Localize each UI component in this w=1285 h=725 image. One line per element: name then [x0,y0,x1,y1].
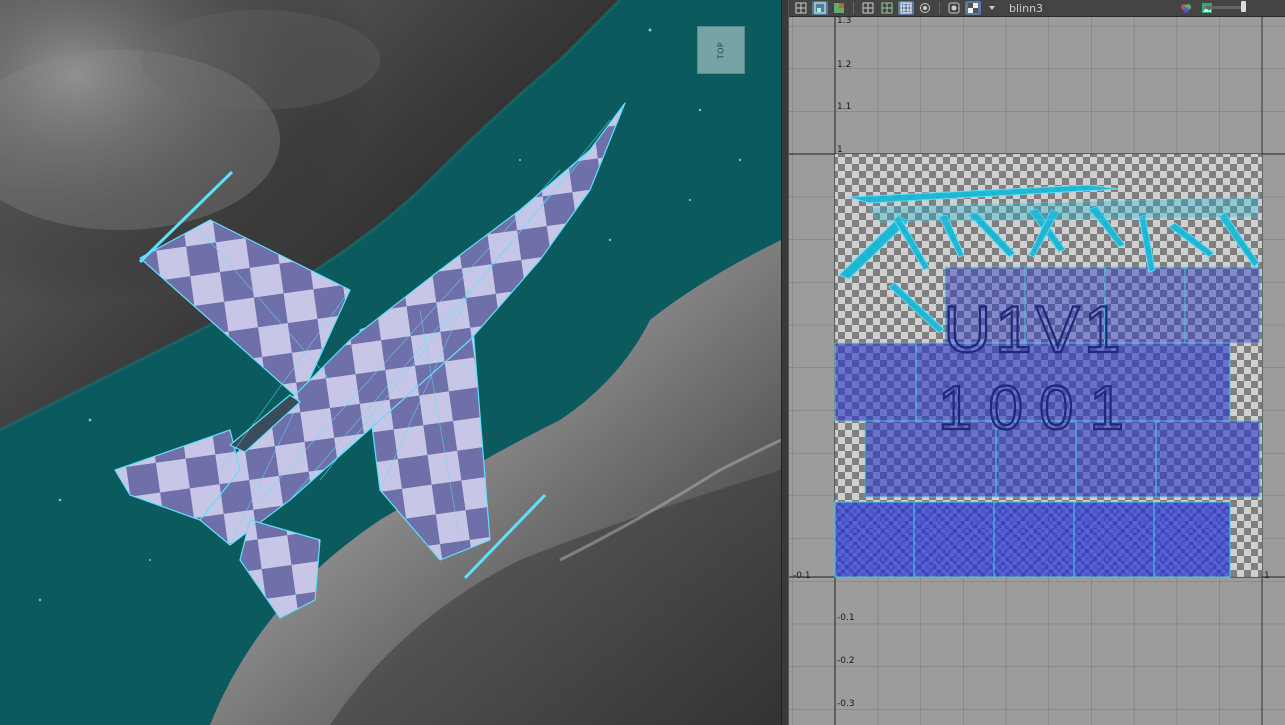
texture-icon[interactable] [831,1,847,15]
dropdown-icon[interactable] [984,1,1000,15]
v-tick-1-3: 1.3 [837,17,851,26]
u-tick-1: 1 [1264,571,1270,581]
viewcube-label: TOP [716,41,726,59]
v-tick-neg-0-1: -0.1 [837,613,855,623]
viewport-3d[interactable]: TOP [0,0,781,725]
uv-zoom-slider[interactable] [1205,6,1245,9]
uv-editor-panel: blinn3 U1V1 1001 1.3 1.2 1.1 1 -0.1 -0.2… [789,0,1285,725]
checker-grid-icon[interactable] [898,1,914,15]
uv-tile-number: 1001 [938,374,1140,443]
isolate-icon[interactable] [917,1,933,15]
toolbar-separator [853,2,854,14]
camera-icon[interactable] [946,1,962,15]
frame-icon[interactable] [860,1,876,15]
uv-shell-icon[interactable] [812,1,828,15]
v-tick-1-2: 1.2 [837,60,851,70]
v-tick-1-1: 1.1 [837,102,851,112]
scene [0,0,781,725]
material-name[interactable]: blinn3 [1009,2,1043,15]
panel-splitter[interactable] [781,0,789,725]
v-tick-neg-0-3: -0.3 [837,699,855,709]
rgb-icon[interactable] [1178,1,1194,15]
uv-grid-canvas[interactable]: U1V1 1001 1.3 1.2 1.1 1 -0.1 -0.2 -0.3 -… [789,17,1285,725]
uv-tile-label: U1V1 [943,292,1124,366]
frame-all-icon[interactable] [879,1,895,15]
toolbar-separator [939,2,940,14]
checker-toggle-icon[interactable] [965,1,981,15]
v-tick-1: 1 [837,145,843,155]
uv-zoom-slider-handle[interactable] [1241,1,1246,12]
viewcube-top[interactable]: TOP [697,26,745,74]
u-tick-neg-0-1: -0.1 [793,571,811,581]
v-tick-neg-0-2: -0.2 [837,656,855,666]
grid-icon[interactable] [793,1,809,15]
